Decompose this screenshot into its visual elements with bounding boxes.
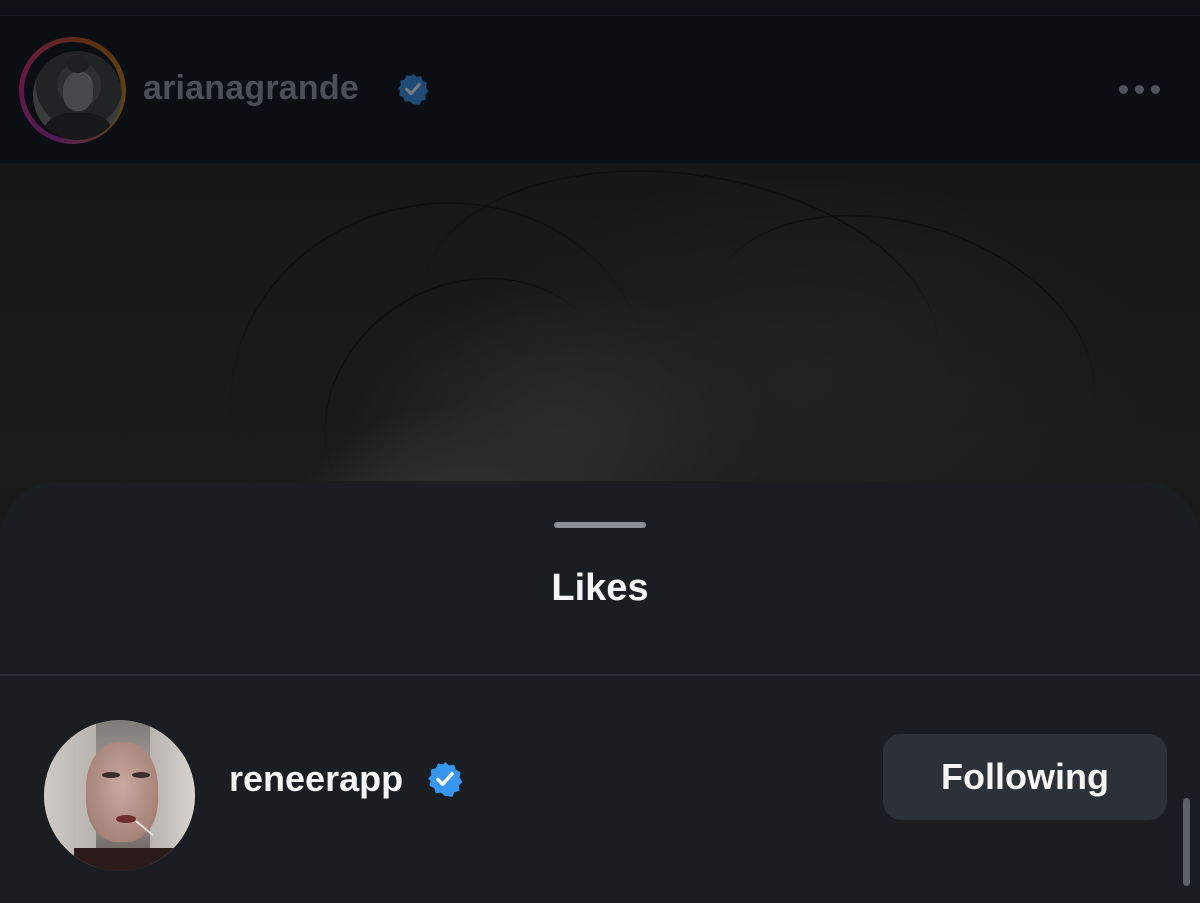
- post-header: arianagrande: [0, 16, 1200, 163]
- scrollbar[interactable]: [1183, 798, 1190, 886]
- likes-sheet: Likes reneerapp Following: [0, 481, 1200, 903]
- sheet-grabber-handle[interactable]: [554, 522, 646, 528]
- story-ring[interactable]: [19, 37, 126, 144]
- verified-badge-icon: [427, 761, 463, 798]
- divider: [0, 674, 1200, 676]
- sheet-title: Likes: [551, 567, 649, 609]
- post-author-avatar[interactable]: [33, 51, 122, 140]
- liker-username[interactable]: reneerapp: [229, 758, 403, 800]
- avatar[interactable]: [44, 720, 195, 871]
- top-bar: [0, 0, 1200, 16]
- more-horizontal-icon[interactable]: [1117, 80, 1163, 100]
- post-author-username[interactable]: arianagrande: [143, 68, 359, 108]
- instagram-screen: arianagrande Likes reneerapp Following: [0, 0, 1200, 903]
- list-item[interactable]: reneerapp Following: [0, 720, 1200, 872]
- verified-badge-icon: [397, 73, 429, 106]
- following-button[interactable]: Following: [883, 734, 1167, 820]
